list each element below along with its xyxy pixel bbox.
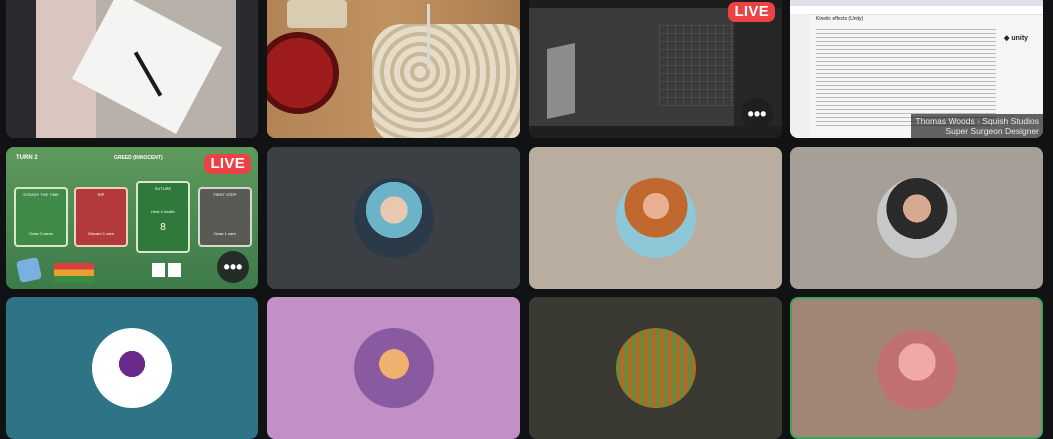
wiki-heading: Kinetic effects (Unity) bbox=[816, 16, 864, 22]
participant-tile[interactable] bbox=[6, 297, 258, 439]
viewport-grid bbox=[659, 24, 734, 106]
card-text: Heal 4 health bbox=[151, 209, 175, 214]
video-tile-game[interactable]: TURN 2 GREED (INNOCENT) STEADY THE TIME … bbox=[6, 147, 258, 289]
card-title: STEADY THE TIME bbox=[23, 192, 59, 197]
health-bars bbox=[54, 263, 94, 283]
wiki-text bbox=[816, 26, 996, 126]
presenter-title: Super Surgeon Designer bbox=[945, 126, 1039, 136]
participant-avatar bbox=[353, 178, 434, 258]
presenter-name: Thomas Woods - Squish Studios bbox=[915, 116, 1039, 126]
card-text: Draw 2 cards bbox=[29, 231, 53, 236]
participant-tile[interactable] bbox=[529, 147, 782, 289]
browser-addressbar bbox=[790, 6, 1043, 15]
model-mesh bbox=[547, 43, 575, 119]
card-title: SUTURE bbox=[154, 186, 172, 191]
participant-avatar bbox=[615, 178, 696, 258]
participant-avatar bbox=[615, 328, 696, 408]
live-badge: LIVE bbox=[204, 154, 251, 174]
participant-avatar bbox=[353, 328, 434, 408]
card-title: FIRST STEP bbox=[213, 192, 237, 197]
game-card-4: FIRST STEP Draw 1 card bbox=[198, 187, 252, 247]
video-tile-screen-share[interactable]: Kinetic effects (Unity) ◆ unity Thomas W… bbox=[790, 0, 1043, 138]
game-card-1: STEADY THE TIME Draw 2 cards bbox=[14, 187, 68, 247]
live-badge: LIVE bbox=[728, 2, 775, 22]
dice-pair-icon bbox=[152, 263, 182, 277]
crochet-lace bbox=[372, 24, 520, 138]
more-options-button[interactable]: ••• bbox=[217, 251, 249, 283]
game-turn-label: TURN 2 bbox=[16, 155, 38, 161]
video-tile-blender[interactable]: LIVE ••• bbox=[529, 0, 782, 138]
participant-tile[interactable] bbox=[267, 297, 520, 439]
participant-tile[interactable] bbox=[529, 297, 782, 439]
yarn-box bbox=[287, 0, 347, 28]
unity-logo: ◆ unity bbox=[1004, 35, 1029, 42]
more-options-button[interactable]: ••• bbox=[741, 98, 773, 130]
crochet-hook bbox=[427, 4, 430, 69]
dice-icon bbox=[15, 256, 43, 284]
participant-avatar bbox=[92, 328, 172, 408]
game-card-3: SUTURE Heal 4 health 8 bbox=[136, 181, 190, 253]
participant-tile-speaking[interactable] bbox=[790, 297, 1043, 439]
wiki-sidebar bbox=[790, 14, 810, 138]
video-tile-whiteboard[interactable] bbox=[6, 0, 258, 138]
participant-tile[interactable] bbox=[267, 147, 520, 289]
participant-tile[interactable] bbox=[790, 147, 1043, 289]
game-greed-label: GREED (INNOCENT) bbox=[114, 155, 163, 161]
card-text: Discard 1 card bbox=[88, 231, 114, 236]
card-number: 8 bbox=[160, 222, 166, 233]
card-title: RIP bbox=[97, 192, 105, 197]
game-card-2: RIP Discard 1 card bbox=[74, 187, 128, 247]
card-text: Draw 1 card bbox=[214, 231, 236, 236]
video-tile-crochet[interactable] bbox=[267, 0, 520, 138]
participant-avatar bbox=[876, 330, 957, 410]
presenter-name-tag: Thomas Woods - Squish Studios Super Surg… bbox=[911, 114, 1043, 138]
blender-timeline bbox=[529, 126, 782, 138]
participant-avatar bbox=[876, 178, 957, 258]
